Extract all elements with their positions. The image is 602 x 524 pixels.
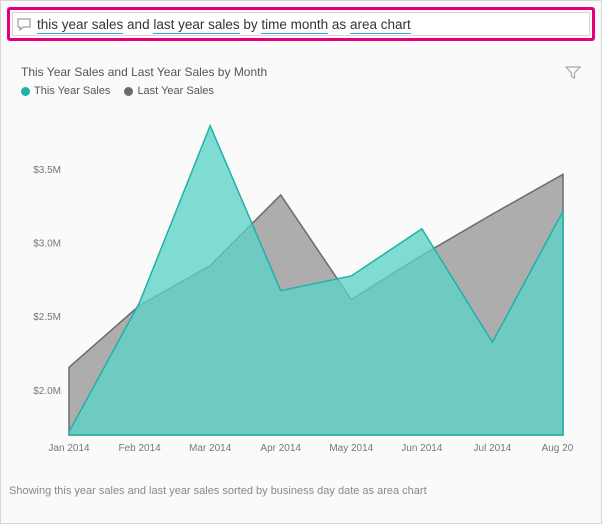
query-token-underlined: this year sales	[37, 17, 123, 34]
query-token: as	[328, 17, 350, 32]
query-token-underlined: time month	[261, 17, 328, 34]
speech-bubble-icon	[17, 18, 31, 31]
query-token: and	[123, 17, 153, 32]
query-token-underlined: area chart	[350, 17, 411, 34]
legend-label: This Year Sales	[34, 85, 110, 97]
legend-item-last-year[interactable]: Last Year Sales	[124, 85, 213, 97]
filter-icon[interactable]	[565, 65, 581, 84]
query-token: by	[240, 17, 262, 32]
chart-card: This Year Sales and Last Year Sales by M…	[7, 55, 595, 471]
svg-text:$3.0M: $3.0M	[33, 239, 61, 250]
chart-header: This Year Sales and Last Year Sales by M…	[21, 65, 581, 97]
result-description: Showing this year sales and last year sa…	[7, 481, 595, 497]
chart-title: This Year Sales and Last Year Sales by M…	[21, 65, 267, 79]
query-text: this year sales and last year sales by t…	[37, 17, 411, 32]
query-bar-highlight: this year sales and last year sales by t…	[7, 7, 595, 41]
legend-swatch-teal	[21, 87, 30, 96]
svg-text:$2.5M: $2.5M	[33, 312, 61, 323]
svg-text:May 2014: May 2014	[329, 443, 373, 454]
svg-text:Feb 2014: Feb 2014	[118, 443, 161, 454]
svg-text:Jun 2014: Jun 2014	[401, 443, 443, 454]
natural-language-query-input[interactable]: this year sales and last year sales by t…	[12, 12, 590, 36]
svg-text:Jan 2014: Jan 2014	[48, 443, 90, 454]
area-chart-svg: $2.0M $2.5M $3.0M $3.5M Jan 2014 Feb 2014 Mar …	[21, 103, 573, 463]
svg-text:Aug 2014: Aug 2014	[542, 443, 573, 454]
svg-text:Mar 2014: Mar 2014	[189, 443, 232, 454]
app-frame: this year sales and last year sales by t…	[0, 0, 602, 524]
legend-label: Last Year Sales	[137, 85, 213, 97]
chart-plot[interactable]: $2.0M $2.5M $3.0M $3.5M Jan 2014 Feb 2014 Mar …	[21, 103, 581, 463]
svg-text:Jul 2014: Jul 2014	[474, 443, 512, 454]
svg-text:Apr 2014: Apr 2014	[260, 443, 301, 454]
legend-item-this-year[interactable]: This Year Sales	[21, 85, 110, 97]
chart-legend: This Year Sales Last Year Sales	[21, 85, 267, 97]
legend-swatch-gray	[124, 87, 133, 96]
svg-text:$2.0M: $2.0M	[33, 386, 61, 397]
query-token-underlined: last year sales	[153, 17, 239, 34]
svg-text:$3.5M: $3.5M	[33, 165, 61, 176]
